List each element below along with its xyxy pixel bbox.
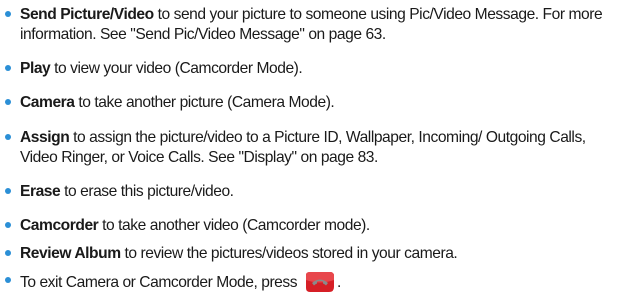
item-text: to assign the picture/video to a Picture…	[20, 129, 586, 166]
item-term: Camera	[20, 94, 75, 111]
list-item-exit-note: To exit Camera or Camcorder Mode, press …	[5, 271, 610, 293]
bullet	[5, 277, 11, 283]
bullet	[5, 11, 11, 17]
exit-note-text: To exit Camera or Camcorder Mode, press	[20, 274, 298, 291]
item-term: Erase	[20, 183, 61, 200]
bullet	[5, 99, 11, 105]
item-term: Send Picture/Video	[20, 6, 154, 23]
list-item-send-picture-video: Send Picture/Video to send your picture …	[5, 5, 610, 45]
item-term: Camcorder	[20, 217, 99, 234]
item-text: to review the pictures/videos stored in …	[120, 245, 458, 262]
bullet	[5, 65, 11, 71]
item-text: to erase this picture/video.	[60, 183, 234, 200]
bullet	[5, 222, 11, 228]
list-item-camcorder: Camcorder to take another video (Camcord…	[5, 216, 610, 236]
list-item-camera: Camera to take another picture (Camera M…	[5, 93, 610, 113]
item-text: to take another video (Camcorder mode).	[98, 217, 370, 234]
exit-note-suffix: .	[337, 274, 341, 291]
list-item-assign: Assign to assign the picture/video to a …	[5, 128, 610, 168]
bullet	[5, 188, 11, 194]
item-text: to view your video (Camcorder Mode).	[50, 60, 303, 77]
item-term: Assign	[20, 129, 70, 146]
item-term: Play	[20, 60, 51, 77]
item-term: Review Album	[20, 245, 121, 262]
bullet	[5, 250, 11, 256]
bullet	[5, 134, 11, 140]
list-item-erase: Erase to erase this picture/video.	[5, 182, 610, 202]
list-item-review-album: Review Album to review the pictures/vide…	[5, 244, 610, 264]
list-item-play: Play to view your video (Camcorder Mode)…	[5, 59, 610, 79]
end-key-icon	[304, 271, 336, 293]
item-text: to take another picture (Camera Mode).	[74, 94, 335, 111]
